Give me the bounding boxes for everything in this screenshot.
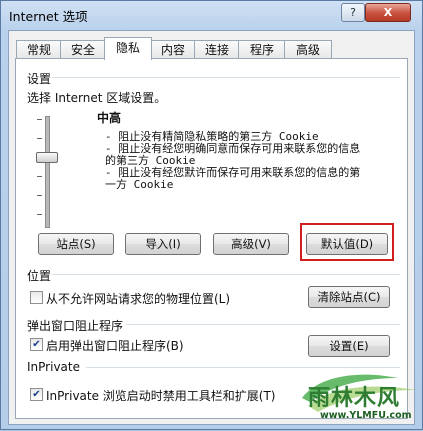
location-checkbox[interactable]: [30, 291, 43, 304]
tab-content[interactable]: 内容: [150, 40, 196, 59]
popup-checkbox-label[interactable]: 启用弹出窗口阻止程序(B): [46, 337, 184, 354]
settings-group-title: 设置: [27, 72, 52, 86]
tab-security[interactable]: 安全: [60, 40, 106, 59]
import-button[interactable]: 导入(I): [125, 233, 201, 255]
settings-group-divider: [52, 77, 400, 78]
location-checkbox-label[interactable]: 从不允许网站请求您的物理位置(L): [46, 290, 230, 307]
title-bar[interactable]: Internet 选项 ? X: [1, 1, 422, 27]
watermark-url: www.YLMFU.com: [320, 410, 412, 421]
watermark-text: 雨林木风: [308, 386, 401, 411]
tab-programs[interactable]: 程序: [238, 40, 286, 59]
watermark-logo: 雨林木风 www.YLMFU.com: [298, 368, 421, 428]
dialog-client-area: 常规 安全 隐私 内容 连接 程序 高级 设置 选择 Internet 区域设置…: [8, 30, 415, 425]
tab-advanced[interactable]: 高级: [284, 40, 332, 59]
window-title: Internet 选项: [9, 9, 88, 24]
slider-tick: [37, 138, 42, 139]
settings-prompt: 选择 Internet 区域设置。: [27, 91, 167, 105]
highlight-box: [300, 223, 394, 261]
sites-button[interactable]: 站点(S): [38, 233, 114, 255]
description-line: 一方 Cookie: [105, 178, 174, 191]
inprivate-group-title: InPrivate: [27, 360, 80, 374]
slider-tick: [37, 214, 42, 215]
location-group-title: 位置: [27, 269, 52, 283]
internet-options-window: Internet 选项 ? X 常规 安全 隐私 内容 连接 程序 高级 设置 …: [0, 0, 423, 430]
location-group-divider: [52, 274, 400, 275]
tab-general[interactable]: 常规: [16, 40, 62, 59]
slider-tick: [37, 119, 42, 120]
inprivate-checkbox[interactable]: ✔: [30, 388, 43, 401]
popup-group-title: 弹出窗口阻止程序: [27, 319, 124, 333]
popup-settings-button[interactable]: 设置(E): [308, 335, 390, 357]
slider-track[interactable]: [45, 116, 50, 228]
popup-checkbox[interactable]: ✔: [30, 338, 43, 351]
privacy-level-label: 中高: [97, 111, 122, 125]
popup-group-divider: [126, 324, 400, 325]
tab-connections[interactable]: 连接: [194, 40, 240, 59]
slider-tick: [37, 176, 42, 177]
help-button[interactable]: ?: [341, 3, 365, 22]
advanced-button[interactable]: 高级(V): [213, 233, 289, 255]
clear-sites-button[interactable]: 清除站点(C): [308, 286, 390, 308]
slider-tick: [37, 195, 42, 196]
privacy-panel: 设置 选择 Internet 区域设置。 中高 - 阻止没有精简隐私策略的第三方…: [15, 58, 408, 419]
inprivate-checkbox-label[interactable]: InPrivate 浏览启动时禁用工具栏和扩展(T): [46, 387, 276, 404]
slider-thumb[interactable]: [36, 152, 58, 163]
close-button[interactable]: X: [365, 3, 411, 22]
tab-privacy[interactable]: 隐私: [104, 37, 152, 60]
